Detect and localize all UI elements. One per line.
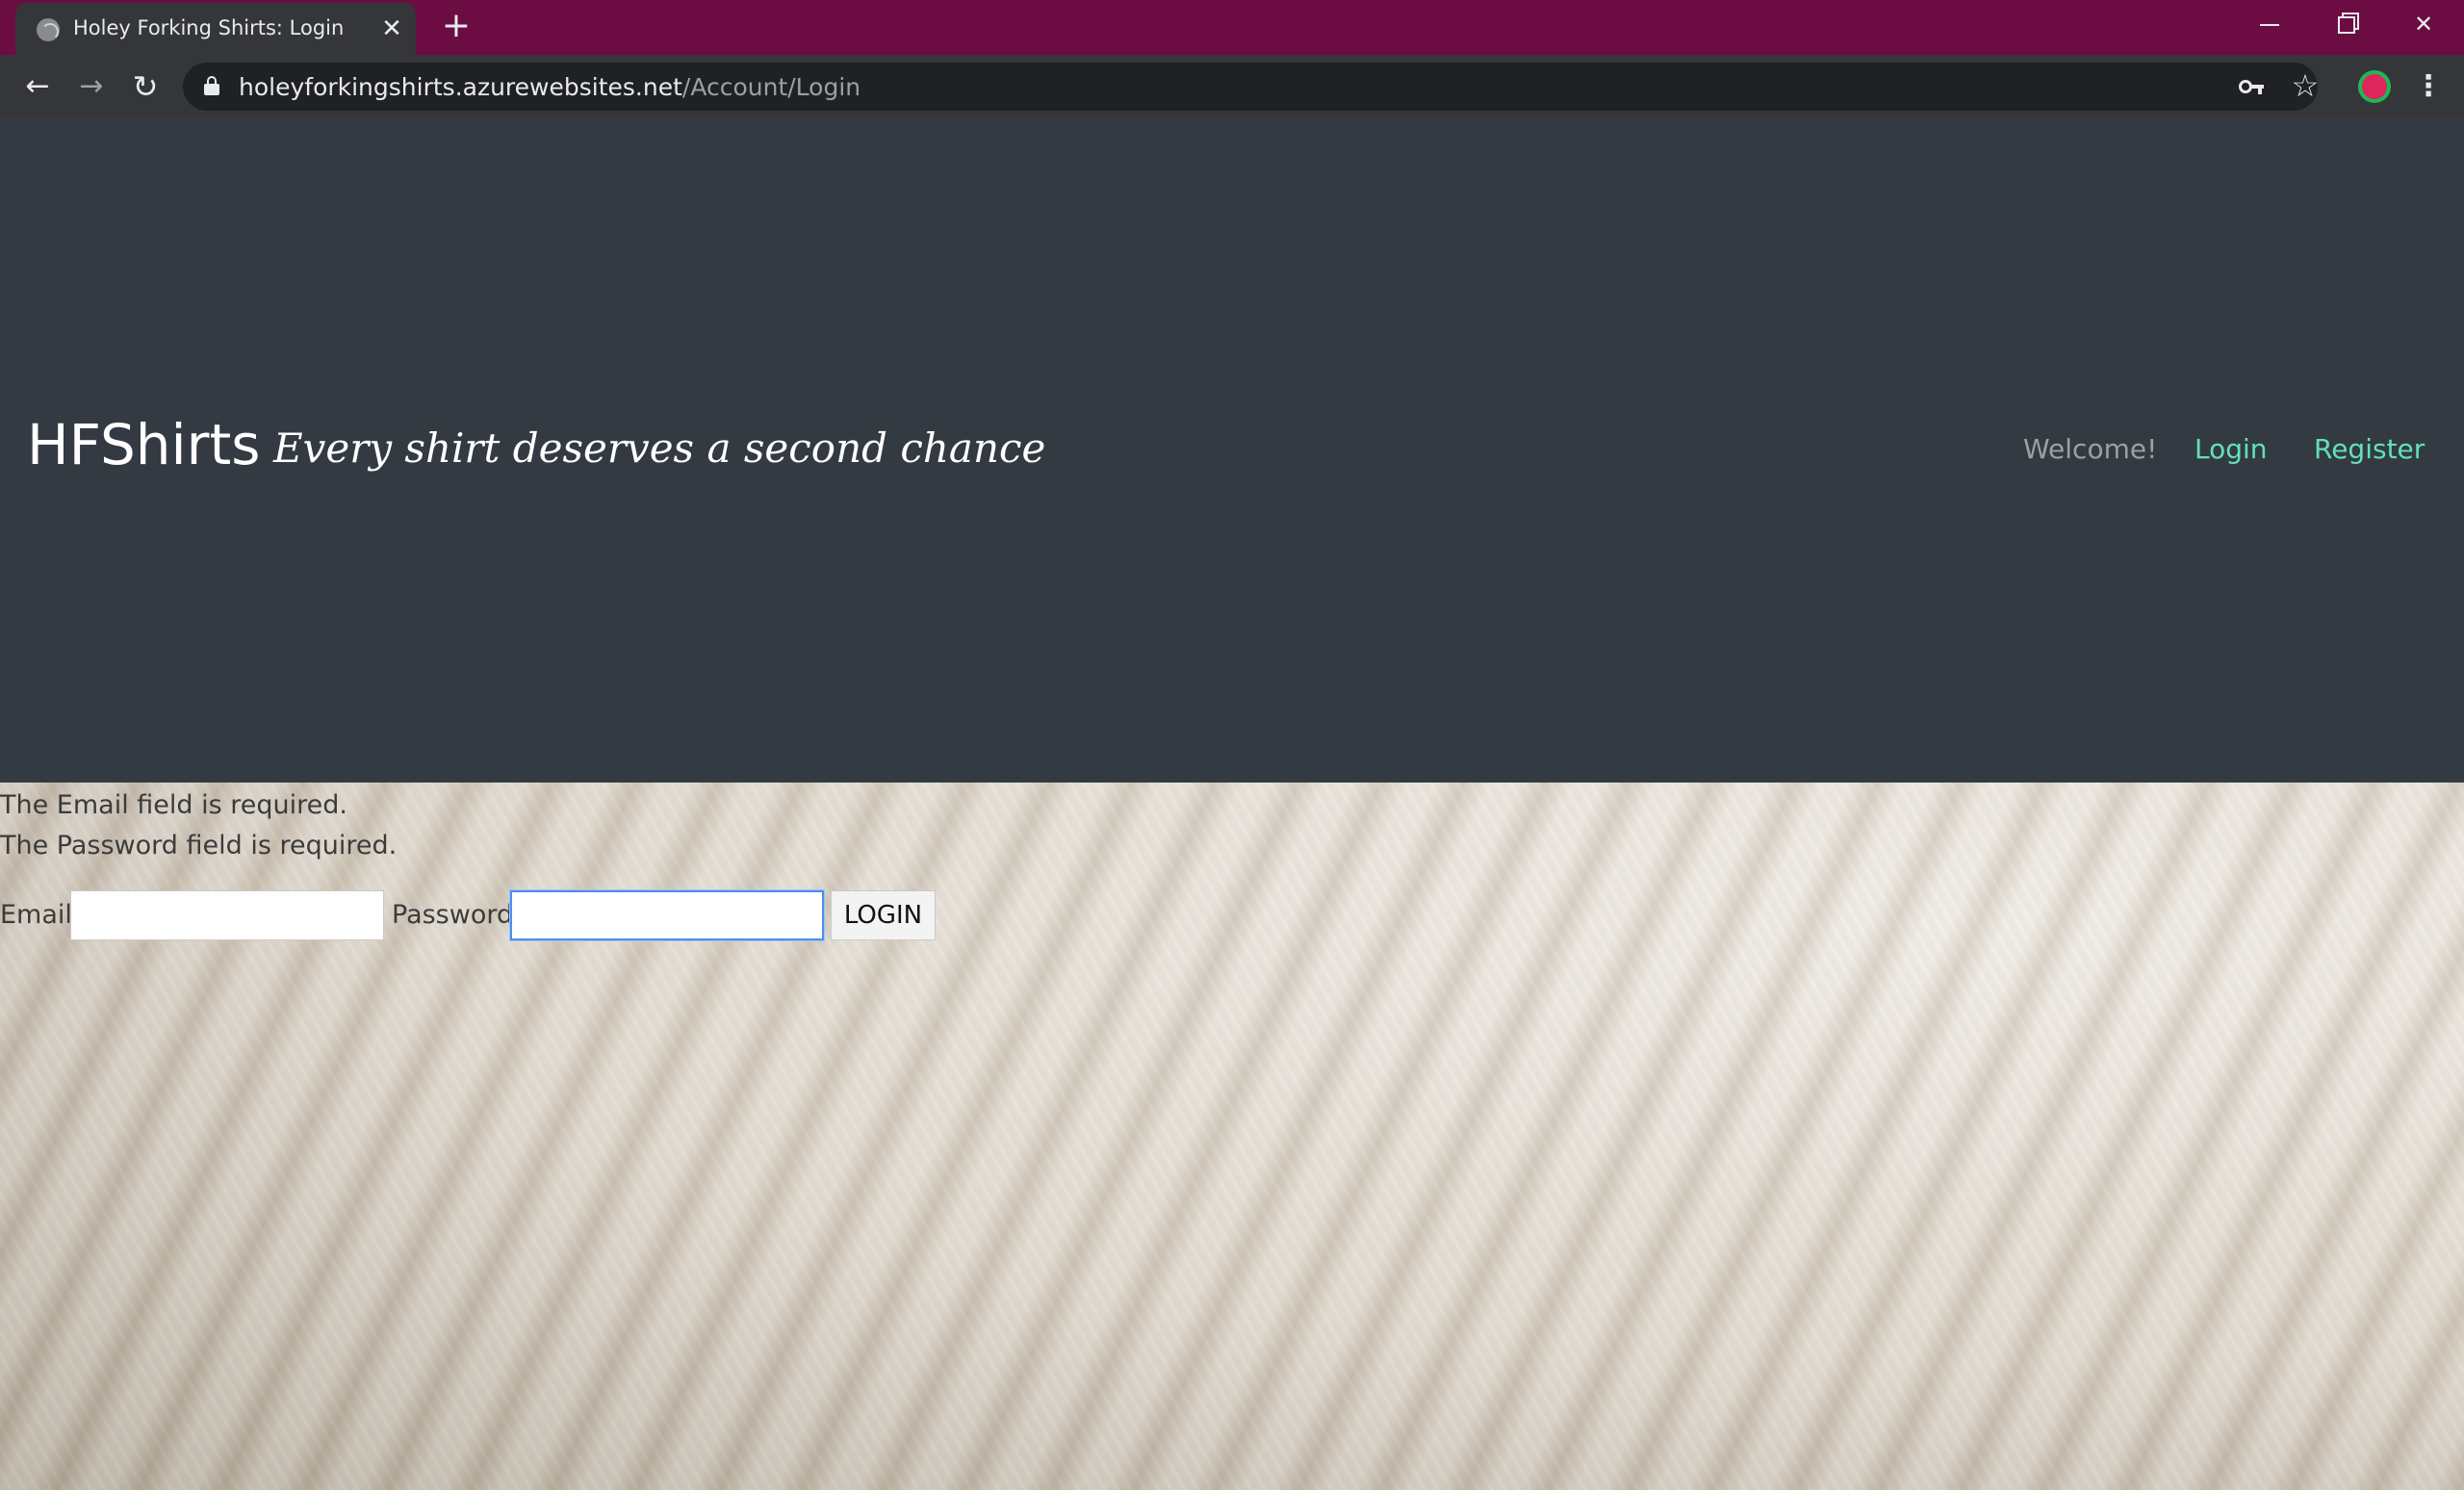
browser-toolbar: ← → ↻ holeyforkingshirts.azurewebsites.n… xyxy=(0,55,2464,118)
nav-welcome-text: Welcome! xyxy=(2023,433,2158,465)
login-content: The Email field is required. The Passwor… xyxy=(0,783,2464,1490)
back-arrow-icon[interactable]: ← xyxy=(17,66,58,107)
restore-icon[interactable] xyxy=(2308,0,2385,48)
close-icon[interactable]: ✕ xyxy=(377,14,406,43)
email-error-message: The Email field is required. xyxy=(0,790,347,820)
minimize-icon[interactable] xyxy=(2231,0,2308,48)
key-icon[interactable] xyxy=(2239,75,2264,98)
password-label: Password xyxy=(392,900,514,930)
site-tagline: Every shirt deserves a second chance xyxy=(273,424,1046,472)
reload-icon[interactable]: ↻ xyxy=(125,66,166,107)
url-host: holeyforkingshirts.azurewebsites.net xyxy=(239,73,682,101)
plus-icon[interactable]: + xyxy=(439,9,474,44)
nav-login-link[interactable]: Login xyxy=(2194,433,2268,465)
email-field[interactable] xyxy=(70,890,384,940)
url-path: /Account/Login xyxy=(681,73,861,101)
password-field[interactable] xyxy=(509,889,825,941)
login-button[interactable]: LOGIN xyxy=(831,890,936,940)
window-close-icon[interactable]: ✕ xyxy=(2385,0,2462,48)
star-icon[interactable]: ☆ xyxy=(2289,69,2322,102)
address-bar[interactable]: holeyforkingshirts.azurewebsites.net/Acc… xyxy=(183,63,2319,111)
url-text[interactable]: holeyforkingshirts.azurewebsites.net/Acc… xyxy=(239,73,860,101)
email-label: Email xyxy=(0,900,72,930)
browser-tab[interactable]: Holey Forking Shirts: Login ✕ xyxy=(15,3,416,55)
site-brand[interactable]: HFShirts xyxy=(27,412,260,477)
password-error-message: The Password field is required. xyxy=(0,831,398,861)
globe-icon xyxy=(37,18,60,41)
lock-icon[interactable] xyxy=(204,76,219,95)
kebab-menu-icon[interactable]: ⋮ xyxy=(2414,68,2443,105)
browser-titlebar: Holey Forking Shirts: Login ✕ + ✕ xyxy=(0,0,2464,55)
site-header: HFShirts Every shirt deserves a second c… xyxy=(0,118,2464,783)
tab-title: Holey Forking Shirts: Login xyxy=(73,16,345,39)
forward-arrow-icon[interactable]: → xyxy=(71,66,112,107)
profile-avatar-icon[interactable] xyxy=(2358,70,2391,103)
nav-register-link[interactable]: Register xyxy=(2314,433,2425,465)
